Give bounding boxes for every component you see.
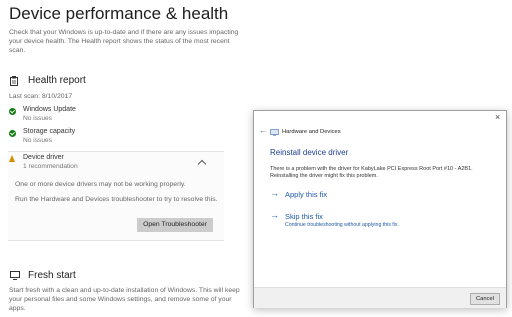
warning-icon bbox=[9, 155, 15, 162]
fresh-start-description: Start fresh with a clean and up-to-date … bbox=[9, 287, 240, 313]
page-description: Check that your Windows is up-to-date an… bbox=[9, 29, 239, 55]
cancel-button[interactable]: Cancel bbox=[470, 293, 500, 305]
device-driver-title: Device driver bbox=[23, 154, 64, 161]
windows-update-status: No issues bbox=[23, 115, 52, 122]
dialog-title-bar bbox=[254, 111, 506, 125]
page-title: Device performance & health bbox=[9, 4, 229, 23]
last-scan-text: Last scan: 8/10/2017 bbox=[9, 93, 73, 100]
dialog-footer: Cancel bbox=[254, 287, 506, 308]
open-troubleshooter-button[interactable]: Open Troubleshooter bbox=[137, 218, 213, 232]
windows-update-title: Windows Update bbox=[23, 106, 76, 113]
troubleshooter-dialog: × ← Hardware and Devices Reinstall devic… bbox=[253, 110, 507, 308]
storage-capacity-status: No issues bbox=[23, 137, 52, 144]
dialog-heading: Reinstall device driver bbox=[270, 148, 349, 157]
health-report-heading: Health report bbox=[28, 75, 86, 86]
fresh-start-icon bbox=[10, 271, 20, 280]
close-icon[interactable]: × bbox=[495, 112, 500, 122]
back-arrow-icon[interactable]: ← bbox=[259, 126, 267, 135]
device-driver-instruction: Run the Hardware and Devices troubleshoo… bbox=[15, 196, 218, 203]
storage-capacity-title: Storage capacity bbox=[23, 128, 76, 135]
apply-fix-option[interactable]: → Apply this fix bbox=[270, 188, 390, 200]
skip-fix-label: Skip this fix bbox=[285, 212, 323, 221]
health-report-icon bbox=[10, 76, 18, 86]
hardware-devices-icon bbox=[270, 129, 279, 136]
skip-arrow-icon: → bbox=[270, 210, 279, 220]
skip-fix-option[interactable]: → Skip this fix Continue troubleshooting… bbox=[270, 210, 450, 231]
storage-capacity-ok-icon bbox=[9, 130, 16, 137]
skip-fix-subtext: Continue troubleshooting without applyin… bbox=[285, 222, 399, 228]
dialog-message: There is a problem with the driver for K… bbox=[270, 166, 473, 179]
device-driver-message: One or more device drivers may not be wo… bbox=[15, 181, 186, 188]
apply-arrow-icon: → bbox=[270, 188, 279, 198]
dialog-window-title: Hardware and Devices bbox=[282, 129, 341, 135]
device-driver-status: 1 recommendation bbox=[23, 163, 78, 170]
fresh-start-heading: Fresh start bbox=[28, 270, 76, 281]
apply-fix-label: Apply this fix bbox=[285, 190, 328, 199]
windows-update-ok-icon bbox=[9, 108, 16, 115]
